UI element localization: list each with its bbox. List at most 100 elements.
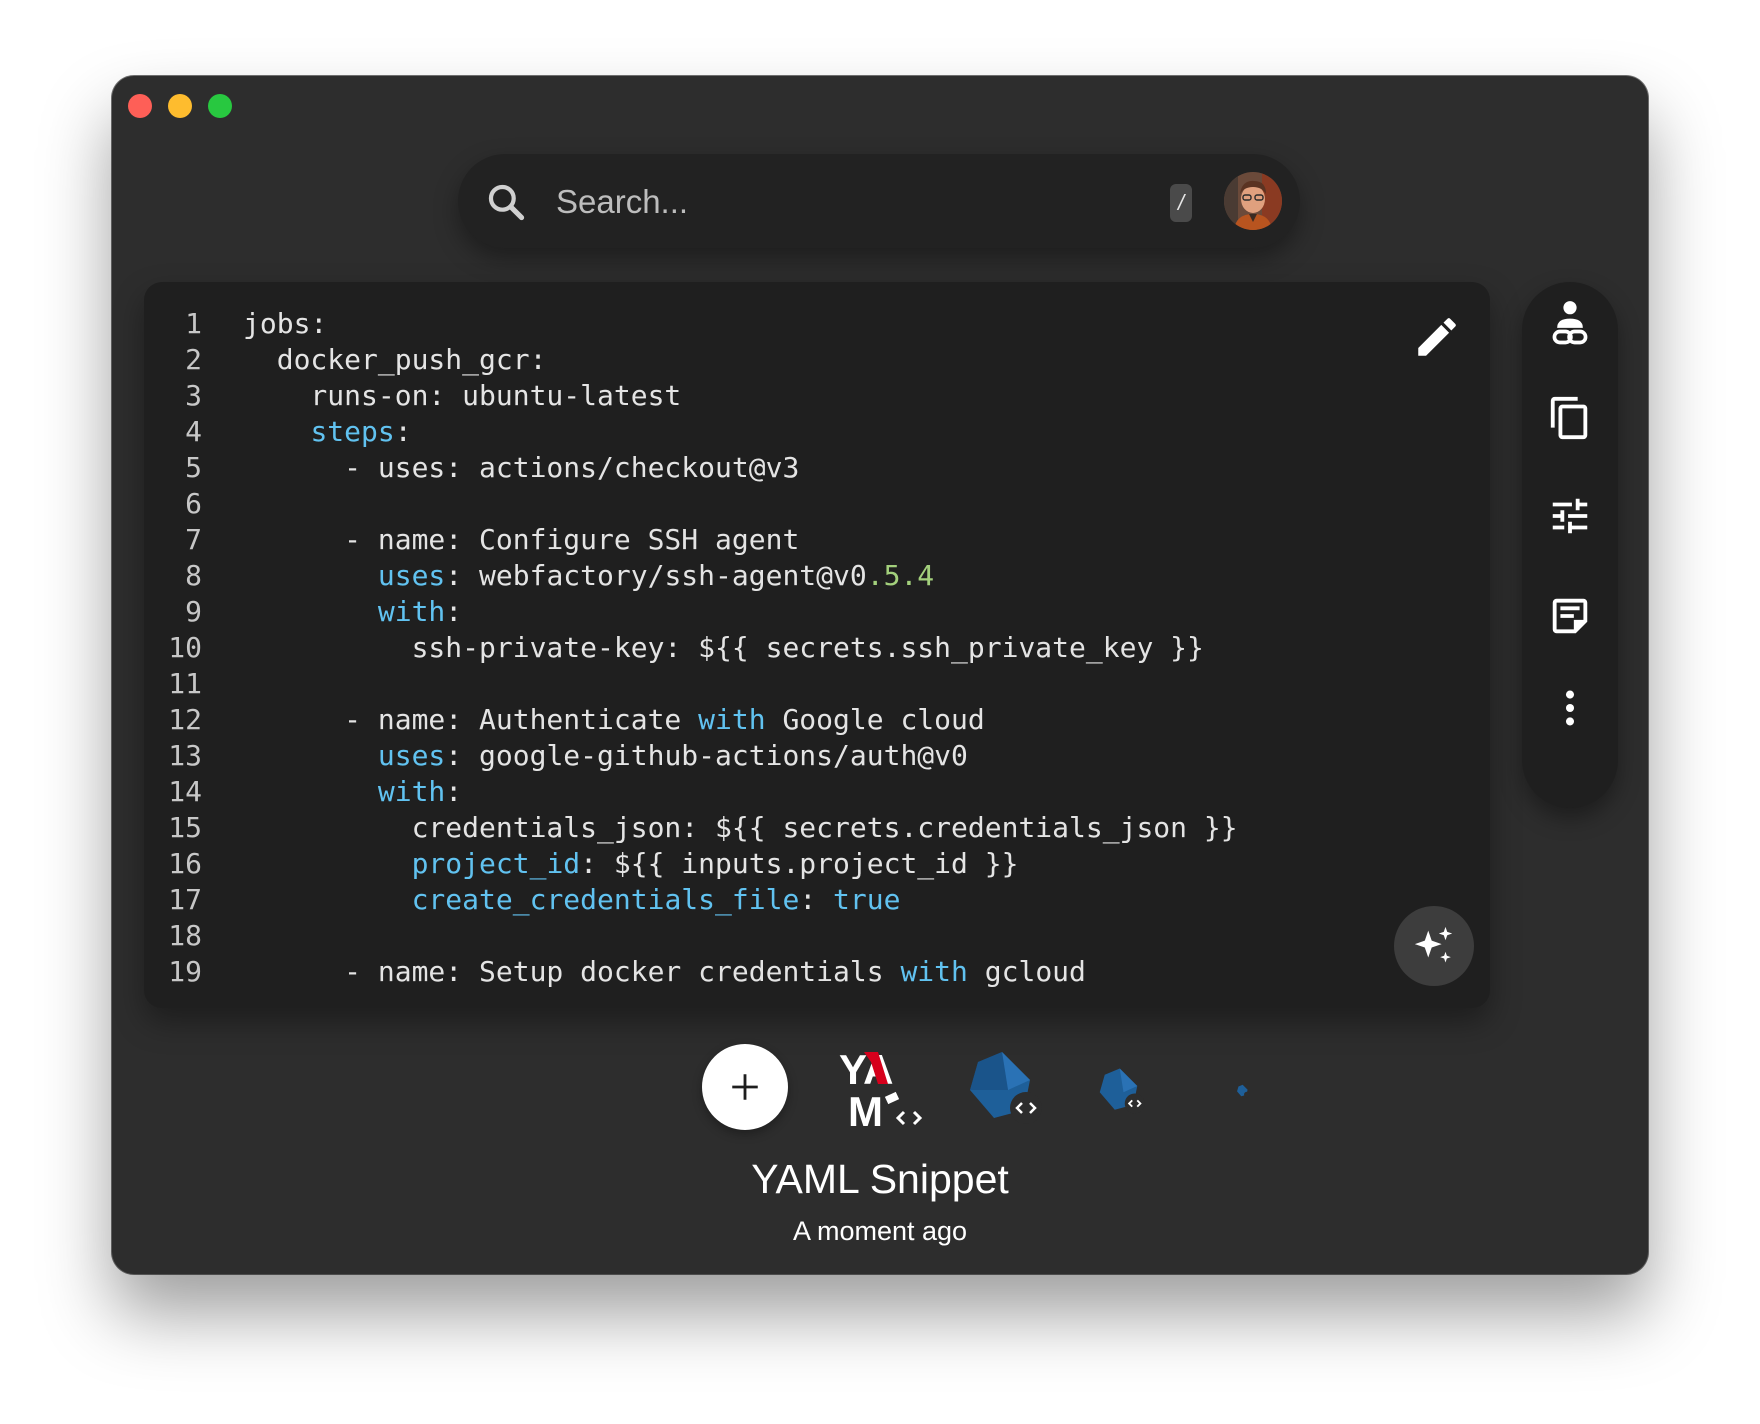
person-link-icon[interactable]: [1546, 301, 1594, 350]
line-text: - name: Setup docker credentials with gc…: [243, 954, 1086, 990]
code-editor[interactable]: 1 jobs: 2 docker_push_gcr: 3 runs-on: ubunt…: [144, 282, 1490, 1008]
line-text: create_credentials_file: true: [243, 882, 901, 918]
search-input[interactable]: [554, 176, 1138, 228]
yaml-file-icon[interactable]: YA M: [838, 1046, 926, 1135]
code-line: 15 credentials_json: ${{ secrets.credent…: [144, 810, 1490, 846]
more-vert-icon[interactable]: [1546, 684, 1594, 732]
line-number: 12: [168, 703, 202, 736]
syntax-text: :: [799, 883, 834, 916]
line-number: 3: [185, 379, 202, 412]
line-text: steps:: [243, 414, 412, 450]
syntax-text: :: [445, 595, 463, 628]
line-number: 11: [168, 667, 202, 700]
code-lines: 1 jobs: 2 docker_push_gcr: 3 runs-on: ubunt…: [144, 306, 1490, 990]
syntax-text: : google-github-actions/auth@v0: [445, 739, 968, 772]
line-text: jobs:: [243, 306, 327, 342]
line-number: 15: [168, 811, 202, 844]
syntax-text: [243, 415, 310, 448]
line-number: 1: [185, 307, 202, 340]
code-line: 4 steps:: [144, 414, 1490, 450]
syntax-keyword: with: [698, 703, 766, 736]
line-number: 2: [185, 343, 202, 376]
edit-icon[interactable]: [1412, 312, 1462, 362]
syntax-text: : ${{ inputs.project_id }}: [580, 847, 1019, 880]
line-text: - name: Configure SSH agent: [243, 522, 799, 558]
line-text: with:: [243, 594, 462, 630]
syntax-text: [243, 847, 412, 880]
code-line: 14 with:: [144, 774, 1490, 810]
syntax-text: jobs:: [243, 307, 328, 340]
search-shortcut-badge: /: [1170, 184, 1192, 222]
syntax-text: [243, 775, 378, 808]
code-line: 18: [144, 918, 1490, 954]
snippet-title: YAML Snippet: [751, 1156, 1009, 1202]
line-number: 5: [185, 451, 202, 484]
syntax-text: - name: Authenticate: [243, 703, 699, 736]
line-text: docker_push_gcr:: [243, 342, 547, 378]
code-line: 6: [144, 486, 1490, 522]
add-button[interactable]: [702, 1044, 788, 1130]
syntax-keyword: project_id: [411, 847, 581, 880]
line-text: - name: Authenticate with Google cloud: [243, 702, 985, 738]
syntax-text: credentials_json: ${{ secrets.credential…: [243, 811, 1238, 844]
code-line: 19 - name: Setup docker credentials with…: [144, 954, 1490, 990]
line-text: credentials_json: ${{ secrets.credential…: [243, 810, 1238, 846]
line-number: 19: [168, 955, 202, 988]
zoom-window-button[interactable]: [208, 94, 232, 118]
line-text: uses: google-github-actions/auth@v0: [243, 738, 968, 774]
dart-code-icon-medium[interactable]: [1096, 1066, 1146, 1116]
syntax-text: [243, 739, 378, 772]
code-line: 12 - name: Authenticate with Google clou…: [144, 702, 1490, 738]
ai-sparkle-button[interactable]: [1394, 906, 1474, 986]
side-toolbar: [1522, 282, 1618, 808]
line-number: 9: [185, 595, 202, 628]
syntax-keyword: with: [377, 595, 446, 628]
syntax-text: :: [394, 415, 412, 448]
minimize-window-button[interactable]: [168, 94, 192, 118]
line-text: - uses: actions/checkout@v3: [243, 450, 799, 486]
line-number: 10: [168, 631, 202, 664]
line-number: 4: [185, 415, 202, 448]
dart-code-icon-large[interactable]: [964, 1048, 1044, 1128]
syntax-keyword: steps: [310, 415, 395, 448]
syntax-text: [243, 883, 412, 916]
note-icon[interactable]: [1546, 592, 1594, 640]
code-line: 17 create_credentials_file: true: [144, 882, 1490, 918]
code-line: 2 docker_push_gcr:: [144, 342, 1490, 378]
yaml-logo-text-bottom: M: [848, 1088, 883, 1130]
snippet-timestamp: A moment ago: [792, 1216, 968, 1246]
copy-icon[interactable]: [1546, 394, 1594, 442]
code-line: 10 ssh-private-key: ${{ secrets.ssh_priv…: [144, 630, 1490, 666]
search-icon: [484, 180, 528, 229]
line-text: project_id: ${{ inputs.project_id }}: [243, 846, 1019, 882]
line-number: 7: [185, 523, 202, 556]
dart-code-icon-small[interactable]: [1236, 1084, 1250, 1098]
tune-icon[interactable]: [1546, 492, 1594, 540]
close-window-button[interactable]: [128, 94, 152, 118]
syntax-text: [243, 559, 378, 592]
line-text: uses: webfactory/ssh-agent@v0.5.4: [243, 558, 934, 594]
code-line: 13 uses: google-github-actions/auth@v0: [144, 738, 1490, 774]
code-line: 11: [144, 666, 1490, 702]
line-text: ssh-private-key: ${{ secrets.ssh_private…: [243, 630, 1204, 666]
syntax-text: docker_push_gcr:: [243, 343, 547, 376]
plus-icon: [732, 1074, 758, 1100]
code-line: 9 with:: [144, 594, 1490, 630]
line-number: 14: [168, 775, 202, 808]
syntax-number: .5.4: [866, 559, 935, 592]
code-line: 7 - name: Configure SSH agent: [144, 522, 1490, 558]
line-number: 8: [185, 559, 202, 592]
syntax-text: Google cloud: [765, 703, 985, 736]
search-bar[interactable]: /: [458, 154, 1300, 248]
syntax-text: ssh-private-key: ${{ secrets.ssh_private…: [243, 631, 1204, 664]
syntax-keyword: with: [900, 955, 968, 988]
line-number: 6: [185, 487, 202, 520]
code-line: 5 - uses: actions/checkout@v3: [144, 450, 1490, 486]
syntax-text: :: [445, 775, 463, 808]
code-line: 8 uses: webfactory/ssh-agent@v0.5.4: [144, 558, 1490, 594]
line-number: 18: [168, 919, 202, 952]
line-text: with:: [243, 774, 462, 810]
user-avatar[interactable]: [1224, 172, 1282, 230]
syntax-text: [243, 595, 378, 628]
line-number: 17: [168, 883, 202, 916]
